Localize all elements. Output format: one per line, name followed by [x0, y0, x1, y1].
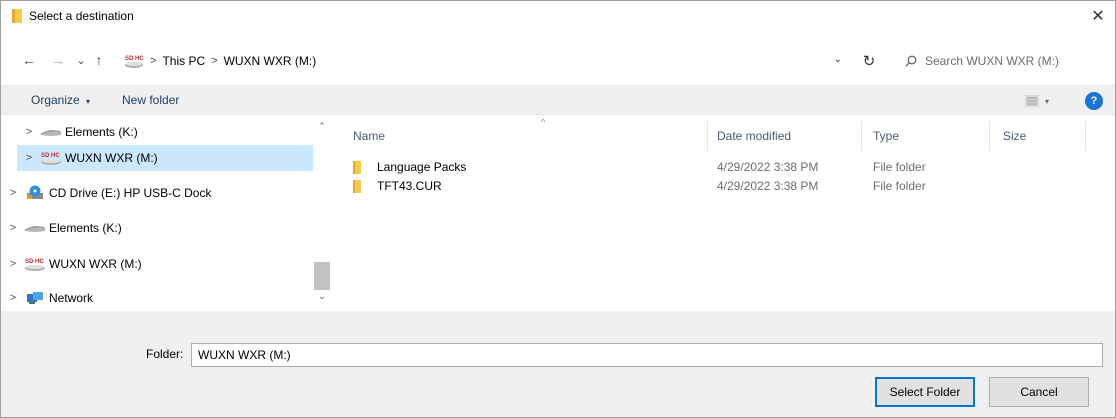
- nav-scrollbar[interactable]: ⌃ ⌄: [313, 117, 331, 309]
- expand-chevron-icon[interactable]: >: [5, 222, 21, 234]
- file-type: File folder: [873, 179, 926, 193]
- refresh-button[interactable]: ↻: [859, 51, 879, 71]
- up-button[interactable]: ↑: [91, 50, 107, 70]
- change-view-button[interactable]: ▾: [1025, 94, 1055, 108]
- back-button[interactable]: ←: [19, 50, 39, 70]
- nav-item-label: Network: [49, 291, 94, 305]
- search-icon: [905, 55, 917, 67]
- column-header-type[interactable]: Type: [873, 125, 899, 147]
- nav-item-network[interactable]: > Network: [1, 285, 313, 311]
- select-destination-dialog: Select a destination ✕ ← → ⌄ ↑ SD HC > T…: [0, 0, 1116, 418]
- sdhc-logo-text: SD HC: [125, 56, 144, 62]
- file-name: Language Packs: [377, 160, 467, 174]
- expand-chevron-icon[interactable]: >: [5, 258, 21, 270]
- breadcrumb-separator: >: [150, 55, 157, 67]
- file-type: File folder: [873, 160, 926, 174]
- sdhc-logo-text: SD HC: [25, 259, 44, 265]
- scroll-down-arrow-icon[interactable]: ⌄: [313, 291, 331, 305]
- nav-item-label: WUXN WXR (M:): [65, 151, 158, 165]
- navigation-pane[interactable]: > Elements (K:) > SD HC WUXN WXR (M:) >: [10, 117, 331, 309]
- organize-caret-icon: ▾: [86, 97, 91, 106]
- command-bar: Organize ▾ New folder ▾ ?: [1, 85, 1115, 115]
- expand-chevron-icon[interactable]: >: [5, 187, 21, 199]
- column-divider[interactable]: [1085, 121, 1086, 151]
- nav-item-label: CD Drive (E:) HP USB-C Dock: [49, 186, 212, 200]
- file-row[interactable]: TFT43.CUR 4/29/2022 3:38 PM File folder: [353, 178, 1093, 196]
- file-date-modified: 4/29/2022 3:38 PM: [717, 160, 819, 174]
- forward-button[interactable]: →: [49, 50, 67, 70]
- search-box[interactable]: [893, 47, 1091, 75]
- nav-item-wuxn-wxr-m[interactable]: > SD HC WUXN WXR (M:): [17, 145, 313, 171]
- breadcrumb-wuxn-wxr[interactable]: WUXN WXR (M:): [224, 54, 317, 68]
- file-name: TFT43.CUR: [377, 179, 442, 193]
- bottom-panel: Folder: Select Folder Cancel: [1, 311, 1115, 417]
- column-header-name[interactable]: Name: [353, 125, 385, 147]
- address-dropdown-button[interactable]: ⌄: [834, 54, 842, 65]
- column-header-date-modified[interactable]: Date modified: [717, 125, 791, 147]
- nav-item-cd-drive-e[interactable]: > CD Drive (E:) HP USB-C Dock: [1, 180, 313, 206]
- address-row: ← → ⌄ ↑ SD HC > This PC > WUXN WXR (M:) …: [1, 45, 1115, 77]
- folder-icon: [353, 180, 361, 193]
- window-title: Select a destination: [29, 9, 134, 23]
- scroll-up-arrow-icon[interactable]: ⌃: [313, 121, 331, 135]
- help-button[interactable]: ?: [1085, 92, 1103, 110]
- nav-item-elements-k[interactable]: > Elements (K:): [1, 215, 313, 241]
- sdhc-icon: SD HC: [39, 151, 63, 165]
- folder-name-input[interactable]: [191, 343, 1103, 367]
- expand-chevron-icon[interactable]: >: [5, 292, 21, 304]
- view-details-icon: [1025, 95, 1039, 107]
- file-date-modified: 4/29/2022 3:38 PM: [717, 179, 819, 193]
- view-caret-icon: ▾: [1045, 96, 1050, 106]
- drive-icon: [23, 221, 47, 235]
- folder-icon: [11, 8, 23, 24]
- column-divider[interactable]: [707, 121, 708, 151]
- new-folder-button[interactable]: New folder: [122, 93, 179, 107]
- expand-chevron-icon[interactable]: >: [21, 126, 37, 138]
- title-bar: Select a destination ✕: [1, 1, 1115, 31]
- breadcrumb-this-pc[interactable]: This PC: [162, 54, 205, 68]
- folder-icon: [353, 161, 361, 174]
- network-icon: [23, 291, 47, 305]
- sdhc-icon: SD HC: [124, 53, 144, 69]
- file-list[interactable]: Name ^ Date modified Type Size Language …: [333, 117, 1103, 309]
- scroll-thumb[interactable]: [314, 262, 330, 290]
- folder-label: Folder:: [146, 347, 184, 361]
- nav-item-wuxn-wxr-m[interactable]: > SD HC WUXN WXR (M:): [1, 251, 313, 277]
- sdhc-icon: SD HC: [23, 257, 47, 271]
- drive-icon: [39, 125, 63, 139]
- expand-chevron-icon[interactable]: >: [21, 152, 37, 164]
- column-divider[interactable]: [989, 121, 990, 151]
- file-row[interactable]: Language Packs 4/29/2022 3:38 PM File fo…: [353, 159, 1093, 177]
- select-folder-button[interactable]: Select Folder: [875, 377, 975, 407]
- nav-item-elements-k[interactable]: > Elements (K:): [17, 119, 313, 145]
- column-header-size[interactable]: Size: [1003, 125, 1026, 147]
- nav-item-label: Elements (K:): [49, 221, 122, 235]
- organize-label: Organize: [31, 93, 80, 107]
- breadcrumb-separator: >: [211, 55, 218, 67]
- organize-button[interactable]: Organize ▾: [31, 93, 90, 107]
- cd-drive-icon: [23, 185, 47, 200]
- column-divider[interactable]: [861, 121, 862, 151]
- cancel-button[interactable]: Cancel: [989, 377, 1089, 407]
- nav-item-label: WUXN WXR (M:): [49, 257, 142, 271]
- close-button[interactable]: ✕: [1087, 5, 1109, 27]
- sort-ascending-icon: ^: [541, 117, 546, 127]
- address-bar[interactable]: SD HC > This PC > WUXN WXR (M:) ⌄: [115, 47, 849, 75]
- sdhc-logo-text: SD HC: [41, 153, 60, 159]
- nav-item-label: Elements (K:): [65, 125, 138, 139]
- recent-locations-button[interactable]: ⌄: [75, 50, 87, 70]
- search-input[interactable]: [925, 54, 1085, 68]
